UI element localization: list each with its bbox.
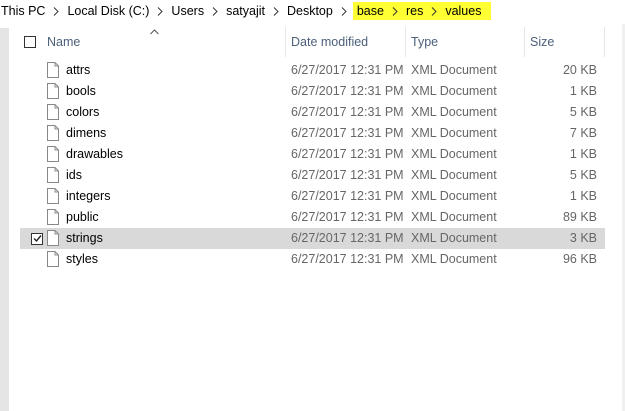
highlighted-path: base res values <box>352 2 492 20</box>
sort-ascending-icon <box>150 24 159 38</box>
column-date-header[interactable]: Date modified <box>291 35 368 49</box>
breadcrumb-users[interactable]: Users <box>167 2 208 20</box>
table-row[interactable]: styles 6/27/2017 12:31 PM XML Document 9… <box>20 249 605 270</box>
file-icon <box>47 188 59 204</box>
file-date: 6/27/2017 12:31 PM <box>291 63 404 77</box>
select-all-checkbox[interactable] <box>24 36 36 48</box>
file-date: 6/27/2017 12:31 PM <box>291 189 404 203</box>
file-icon <box>47 230 59 246</box>
file-rows: attrs 6/27/2017 12:31 PM XML Document 20… <box>20 60 605 270</box>
file-type: XML Document <box>411 63 497 77</box>
file-date: 6/27/2017 12:31 PM <box>291 147 404 161</box>
file-list: Name Date modified Type Size attrs 6/27/… <box>20 27 605 267</box>
file-size: 1 KB <box>569 147 597 161</box>
chevron-right-icon[interactable] <box>49 2 63 20</box>
table-row[interactable]: colors 6/27/2017 12:31 PM XML Document 5… <box>20 102 605 123</box>
file-type: XML Document <box>411 210 497 224</box>
table-row-selected[interactable]: strings 6/27/2017 12:31 PM XML Document … <box>20 228 605 249</box>
table-row[interactable]: dimens 6/27/2017 12:31 PM XML Document 7… <box>20 123 605 144</box>
file-name: bools <box>66 84 96 98</box>
chevron-right-icon[interactable] <box>269 2 283 20</box>
chevron-right-icon[interactable] <box>208 2 222 20</box>
breadcrumb-values[interactable]: values <box>441 2 492 20</box>
file-size: 89 KB <box>562 210 597 224</box>
breadcrumb-res[interactable]: res <box>401 2 428 20</box>
column-divider[interactable] <box>285 27 286 57</box>
file-type: XML Document <box>411 147 497 161</box>
table-row[interactable]: drawables 6/27/2017 12:31 PM XML Documen… <box>20 144 605 165</box>
file-size: 96 KB <box>562 252 597 266</box>
file-size: 3 KB <box>569 231 597 245</box>
file-name: attrs <box>66 63 91 77</box>
file-icon <box>47 209 59 225</box>
column-type-header[interactable]: Type <box>411 35 438 49</box>
chevron-right-icon[interactable] <box>387 2 402 20</box>
chevron-right-icon[interactable] <box>153 2 167 20</box>
file-date: 6/27/2017 12:31 PM <box>291 168 404 182</box>
file-date: 6/27/2017 12:31 PM <box>291 210 404 224</box>
table-row[interactable]: integers 6/27/2017 12:31 PM XML Document… <box>20 186 605 207</box>
breadcrumb-desktop[interactable]: Desktop <box>283 2 337 20</box>
file-type: XML Document <box>411 252 497 266</box>
file-type: XML Document <box>411 168 497 182</box>
file-date: 6/27/2017 12:31 PM <box>291 126 404 140</box>
file-date: 6/27/2017 12:31 PM <box>291 231 404 245</box>
file-icon <box>47 125 59 141</box>
file-date: 6/27/2017 12:31 PM <box>291 252 404 266</box>
table-row[interactable]: ids 6/27/2017 12:31 PM XML Document 5 KB <box>20 165 605 186</box>
file-icon <box>47 251 59 267</box>
breadcrumb-local-disk[interactable]: Local Disk (C:) <box>63 2 153 20</box>
file-name: integers <box>66 189 111 203</box>
file-date: 6/27/2017 12:31 PM <box>291 105 404 119</box>
row-checkbox[interactable] <box>31 233 43 245</box>
file-size: 5 KB <box>569 105 597 119</box>
file-name: colors <box>66 105 100 119</box>
breadcrumb: This PC Local Disk (C:) Users satyajit D… <box>0 0 625 22</box>
file-type: XML Document <box>411 105 497 119</box>
breadcrumb-base[interactable]: base <box>352 2 388 20</box>
chevron-right-icon[interactable] <box>337 2 351 20</box>
file-name: ids <box>66 168 82 182</box>
breadcrumb-this-pc[interactable]: This PC <box>0 2 49 20</box>
file-type: XML Document <box>411 189 497 203</box>
column-name-header[interactable]: Name <box>47 35 80 49</box>
file-date: 6/27/2017 12:31 PM <box>291 84 404 98</box>
column-size-header[interactable]: Size <box>530 35 554 49</box>
chevron-right-icon[interactable] <box>427 2 442 20</box>
file-size: 7 KB <box>569 126 597 140</box>
file-type: XML Document <box>411 126 497 140</box>
table-row[interactable]: bools 6/27/2017 12:31 PM XML Document 1 … <box>20 81 605 102</box>
file-icon <box>47 104 59 120</box>
checkmark-icon <box>33 235 42 243</box>
file-name: styles <box>66 252 98 266</box>
file-name: public <box>66 210 99 224</box>
file-icon <box>47 167 59 183</box>
file-size: 5 KB <box>569 168 597 182</box>
file-icon <box>47 146 59 162</box>
column-header: Name Date modified Type Size <box>20 27 605 57</box>
breadcrumb-satyajit[interactable]: satyajit <box>222 2 269 20</box>
column-divider[interactable] <box>524 27 525 57</box>
column-divider[interactable] <box>604 27 605 57</box>
file-type: XML Document <box>411 84 497 98</box>
file-name: drawables <box>66 147 123 161</box>
column-divider[interactable] <box>405 27 406 57</box>
file-size: 20 KB <box>562 63 597 77</box>
file-name: strings <box>66 231 103 245</box>
file-icon <box>47 83 59 99</box>
navigation-pane-edge <box>0 28 9 411</box>
table-row[interactable]: public 6/27/2017 12:31 PM XML Document 8… <box>20 207 605 228</box>
table-row[interactable]: attrs 6/27/2017 12:31 PM XML Document 20… <box>20 60 605 81</box>
file-size: 1 KB <box>569 189 597 203</box>
file-name: dimens <box>66 126 107 140</box>
file-icon <box>47 62 59 78</box>
file-size: 1 KB <box>569 84 597 98</box>
file-type: XML Document <box>411 231 497 245</box>
